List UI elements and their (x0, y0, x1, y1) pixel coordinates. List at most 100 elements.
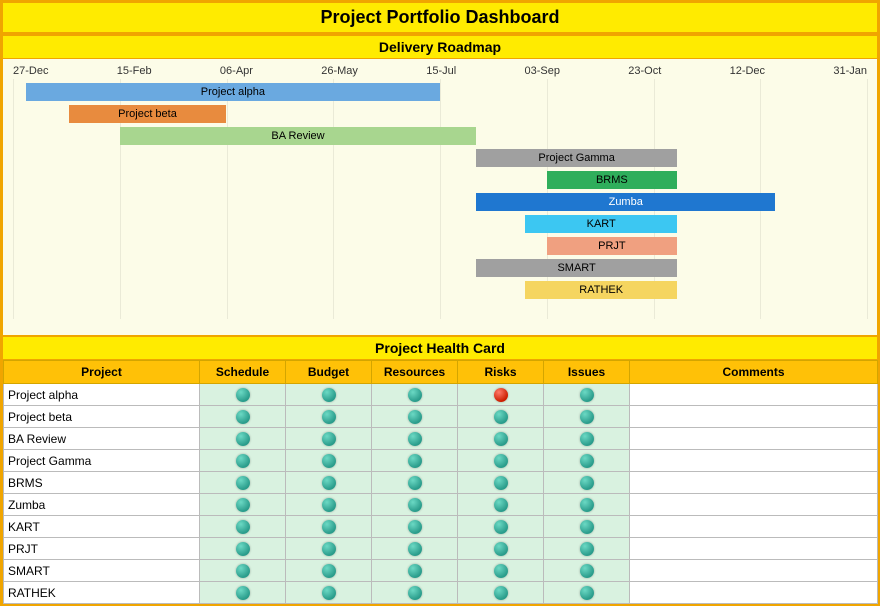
health-table: ProjectScheduleBudgetResourcesRisksIssue… (3, 360, 878, 604)
table-row: PRJT (4, 538, 878, 560)
health-metric-cell (458, 560, 544, 582)
comment-cell[interactable] (630, 406, 878, 428)
health-metric-cell (458, 450, 544, 472)
gantt-area: Project alphaProject betaBA ReviewProjec… (13, 79, 867, 319)
status-green-icon (408, 564, 422, 578)
project-name-cell: KART (4, 516, 200, 538)
project-name-cell: BRMS (4, 472, 200, 494)
status-green-icon (580, 432, 594, 446)
status-green-icon (322, 476, 336, 490)
health-metric-cell (200, 538, 286, 560)
health-metric-cell (372, 582, 458, 604)
health-metric-cell (286, 450, 372, 472)
gantt-bar: PRJT (547, 237, 677, 255)
status-green-icon (236, 586, 250, 600)
health-metric-cell (458, 406, 544, 428)
comment-cell[interactable] (630, 384, 878, 406)
health-metric-cell (372, 428, 458, 450)
comment-cell[interactable] (630, 538, 878, 560)
health-metric-cell (286, 494, 372, 516)
status-green-icon (494, 498, 508, 512)
gantt-bar: SMART (476, 259, 677, 277)
health-column-header: Project (4, 361, 200, 384)
status-green-icon (236, 410, 250, 424)
status-green-icon (494, 432, 508, 446)
project-name-cell: Project beta (4, 406, 200, 428)
status-green-icon (580, 476, 594, 490)
status-green-icon (322, 520, 336, 534)
health-metric-cell (200, 582, 286, 604)
health-metric-cell (544, 494, 630, 516)
status-green-icon (494, 410, 508, 424)
status-green-icon (494, 542, 508, 556)
health-column-header: Budget (286, 361, 372, 384)
comment-cell[interactable] (630, 494, 878, 516)
health-metric-cell (458, 516, 544, 538)
gridline (227, 79, 228, 319)
comment-cell[interactable] (630, 450, 878, 472)
project-name-cell: Project alpha (4, 384, 200, 406)
table-row: BA Review (4, 428, 878, 450)
status-green-icon (236, 564, 250, 578)
axis-tick: 06-Apr (220, 65, 253, 77)
status-green-icon (236, 476, 250, 490)
health-title: Project Health Card (3, 335, 877, 360)
health-metric-cell (200, 406, 286, 428)
status-green-icon (580, 454, 594, 468)
health-metric-cell (286, 472, 372, 494)
table-row: KART (4, 516, 878, 538)
health-metric-cell (458, 428, 544, 450)
comment-cell[interactable] (630, 516, 878, 538)
project-name-cell: Project Gamma (4, 450, 200, 472)
health-metric-cell (544, 450, 630, 472)
status-green-icon (580, 520, 594, 534)
health-metric-cell (200, 428, 286, 450)
health-metric-cell (458, 538, 544, 560)
health-column-header: Issues (544, 361, 630, 384)
gantt-bar: BA Review (120, 127, 477, 145)
health-card: ProjectScheduleBudgetResourcesRisksIssue… (3, 360, 877, 604)
status-green-icon (580, 410, 594, 424)
table-row: RATHEK (4, 582, 878, 604)
health-metric-cell (544, 406, 630, 428)
project-name-cell: Zumba (4, 494, 200, 516)
status-green-icon (580, 564, 594, 578)
comment-cell[interactable] (630, 472, 878, 494)
health-metric-cell (458, 384, 544, 406)
axis-tick: 12-Dec (730, 65, 765, 77)
status-green-icon (408, 388, 422, 402)
health-metric-cell (286, 538, 372, 560)
status-green-icon (494, 476, 508, 490)
health-metric-cell (544, 538, 630, 560)
comment-cell[interactable] (630, 582, 878, 604)
gantt-bar: RATHEK (525, 281, 677, 299)
health-metric-cell (372, 538, 458, 560)
gantt-bar: KART (525, 215, 677, 233)
status-green-icon (580, 586, 594, 600)
comment-cell[interactable] (630, 428, 878, 450)
axis-tick: 23-Oct (628, 65, 661, 77)
status-green-icon (236, 432, 250, 446)
axis-tick: 31-Jan (833, 65, 867, 77)
health-metric-cell (544, 516, 630, 538)
gantt-bar: Zumba (476, 193, 775, 211)
health-metric-cell (286, 406, 372, 428)
health-metric-cell (200, 516, 286, 538)
status-green-icon (408, 454, 422, 468)
status-green-icon (408, 520, 422, 534)
table-row: BRMS (4, 472, 878, 494)
status-green-icon (236, 542, 250, 556)
health-metric-cell (544, 384, 630, 406)
axis-tick: 26-May (321, 65, 358, 77)
health-column-header: Comments (630, 361, 878, 384)
health-metric-cell (372, 560, 458, 582)
gantt-bar: BRMS (547, 171, 677, 189)
health-metric-cell (458, 472, 544, 494)
gridline (13, 79, 14, 319)
comment-cell[interactable] (630, 560, 878, 582)
status-green-icon (322, 498, 336, 512)
table-row: Project alpha (4, 384, 878, 406)
axis-tick: 27-Dec (13, 65, 48, 77)
health-column-header: Risks (458, 361, 544, 384)
status-green-icon (580, 388, 594, 402)
